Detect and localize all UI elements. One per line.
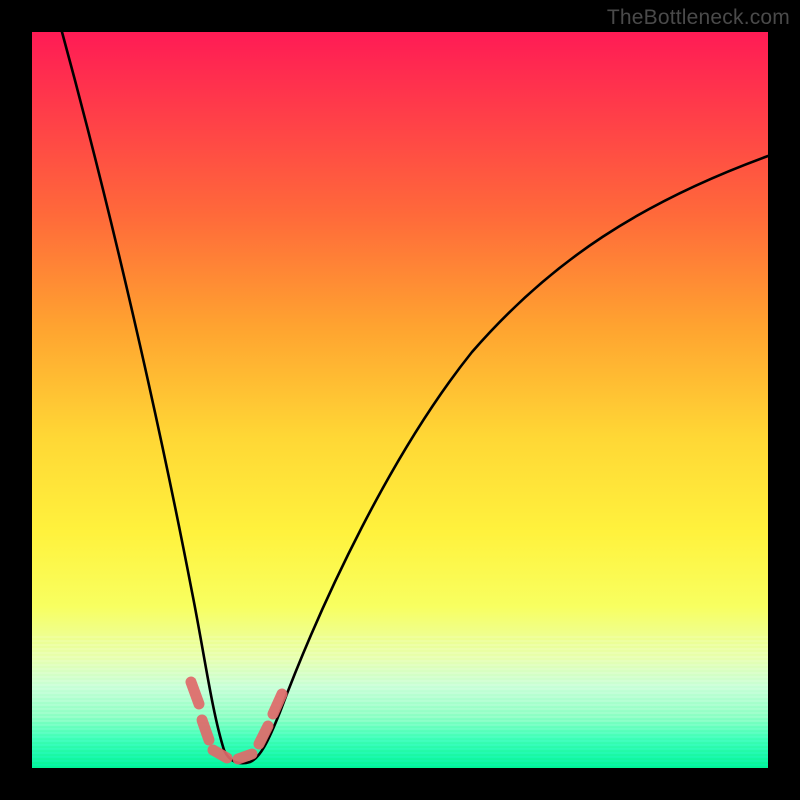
tolerance-marker — [273, 694, 282, 714]
watermark-text: TheBottleneck.com — [607, 6, 790, 30]
plot-area — [32, 32, 768, 768]
bottleneck-curve — [62, 32, 768, 763]
tolerance-marker — [213, 750, 227, 758]
chart-frame: TheBottleneck.com — [0, 0, 800, 800]
tolerance-marker — [202, 720, 209, 740]
tolerance-marker-group — [191, 682, 282, 759]
gradient-banding — [32, 636, 768, 768]
chart-svg — [32, 32, 768, 768]
tolerance-marker — [191, 682, 199, 704]
tolerance-marker — [259, 726, 268, 744]
tolerance-marker — [238, 754, 252, 759]
